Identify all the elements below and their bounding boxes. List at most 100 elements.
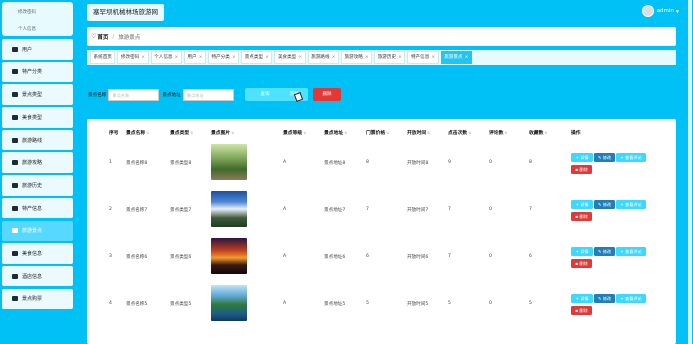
sidebar-item-0[interactable]: 用户 bbox=[2, 39, 73, 60]
name-search-input[interactable]: 景点名称 bbox=[108, 88, 160, 101]
tab-tag-2[interactable]: 个人信息 × bbox=[150, 51, 182, 64]
sidebar-item-3[interactable]: 美食类型 bbox=[2, 107, 73, 128]
cell-level: A bbox=[283, 160, 287, 165]
sidebar-item-label: 景点购票 bbox=[22, 296, 43, 303]
sidebar-item-7[interactable]: 特产信息 bbox=[2, 197, 73, 219]
tab-tag-8[interactable]: 旅游攻略 × bbox=[340, 51, 373, 64]
scenic-image[interactable] bbox=[211, 238, 247, 274]
tab-tag-3[interactable]: 用户 × bbox=[183, 51, 206, 64]
row-delete-button[interactable]: ▪ 删除 bbox=[571, 306, 592, 315]
scenic-image[interactable] bbox=[211, 191, 247, 227]
sidebar-item-6[interactable]: 旅游历史 bbox=[2, 175, 73, 196]
close-icon[interactable]: × bbox=[365, 55, 369, 60]
column-header-10[interactable]: 收藏数⇅ bbox=[529, 129, 547, 136]
sort-icon[interactable]: ⇅ bbox=[386, 131, 389, 135]
view-comments-button[interactable]: + 查看评论 bbox=[616, 153, 646, 162]
sidebar-item-2[interactable]: 景点类型 bbox=[2, 84, 73, 105]
avatar[interactable] bbox=[641, 5, 654, 17]
column-header-4[interactable]: 景点等级⇅ bbox=[283, 129, 306, 136]
tab-tag-5[interactable]: 景点类型 × bbox=[241, 51, 273, 64]
close-icon[interactable]: × bbox=[332, 55, 336, 60]
column-header-2[interactable]: 景点类型⇅ bbox=[170, 129, 193, 136]
sort-icon[interactable]: ⇅ bbox=[427, 131, 430, 135]
cell-price: 7 bbox=[366, 207, 369, 212]
username[interactable]: admin bbox=[657, 8, 674, 14]
column-header-9[interactable]: 评论数⇅ bbox=[489, 129, 507, 136]
column-header-label: 开放时间 bbox=[407, 131, 427, 136]
close-icon[interactable]: × bbox=[298, 55, 302, 60]
sidebar-top-panel: 修改密码 个人信息 bbox=[2, 2, 73, 36]
close-icon[interactable]: × bbox=[265, 55, 269, 60]
sidebar-item-1[interactable]: 特产分类 bbox=[2, 61, 73, 83]
sidebar-link-profile[interactable]: 个人信息 bbox=[18, 26, 36, 32]
close-icon[interactable]: × bbox=[175, 55, 179, 60]
delete-button[interactable]: 删除 bbox=[313, 88, 341, 101]
detail-button[interactable]: + 详情 bbox=[571, 294, 593, 303]
sort-icon[interactable]: ⇅ bbox=[544, 131, 547, 135]
close-icon[interactable]: × bbox=[398, 55, 402, 60]
column-header-7[interactable]: 开放时间⇅ bbox=[407, 129, 430, 136]
sort-icon[interactable]: ⇅ bbox=[468, 131, 471, 135]
scenic-image[interactable] bbox=[211, 285, 247, 321]
view-comments-button[interactable]: + 查看评论 bbox=[616, 200, 646, 209]
sort-icon[interactable]: ⇅ bbox=[231, 131, 234, 135]
edit-button[interactable]: ✎ 修改 bbox=[594, 247, 615, 256]
edit-button[interactable]: ✎ 修改 bbox=[594, 200, 615, 209]
close-icon[interactable]: × bbox=[431, 55, 435, 60]
row-delete-button[interactable]: ▪ 删除 bbox=[571, 212, 592, 221]
sort-icon[interactable]: ⇅ bbox=[303, 131, 306, 135]
tab-tag-9[interactable]: 旅游历史 × bbox=[374, 51, 406, 64]
detail-button[interactable]: + 详情 bbox=[571, 200, 593, 209]
column-header-1[interactable]: 景点名称⇅ bbox=[126, 129, 149, 136]
breadcrumb-home[interactable]: 首页 bbox=[97, 33, 108, 41]
sidebar-item-11[interactable]: 景点购票 bbox=[2, 288, 73, 310]
sort-icon[interactable]: ⇅ bbox=[344, 131, 347, 135]
edit-button[interactable]: ✎ 修改 bbox=[594, 294, 615, 303]
tab-tag-7[interactable]: 旅游路线 × bbox=[307, 51, 339, 64]
sidebar-item-4[interactable]: 旅游路线 bbox=[2, 129, 73, 151]
sort-icon[interactable]: ⇅ bbox=[190, 131, 193, 135]
tab-tag-10[interactable]: 特产信息 × bbox=[407, 51, 439, 64]
view-comments-button[interactable]: + 查看评论 bbox=[616, 294, 646, 303]
sidebar-item-8[interactable]: 旅游景点 bbox=[2, 220, 73, 241]
tab-tag-1[interactable]: 修改密码 × bbox=[117, 51, 149, 64]
column-header-label: 序号 bbox=[109, 131, 119, 136]
tab-tag-0[interactable]: 系统首页 bbox=[90, 51, 116, 64]
address-search-input[interactable]: 景点地址 bbox=[182, 88, 234, 101]
page-scrollbar[interactable] bbox=[688, 0, 692, 344]
edit-button[interactable]: ✎ 修改 bbox=[594, 153, 615, 162]
detail-button[interactable]: + 详情 bbox=[571, 153, 593, 162]
column-header-8[interactable]: 点击次数⇅ bbox=[448, 129, 471, 136]
column-header-6[interactable]: 门票价格⇅ bbox=[366, 129, 389, 136]
cell-address: 景点地址8 bbox=[324, 161, 346, 166]
sidebar-item-9[interactable]: 美食信息 bbox=[2, 243, 73, 264]
scenic-image[interactable] bbox=[211, 144, 247, 180]
cell-clicks: 5 bbox=[448, 301, 451, 306]
close-icon[interactable]: × bbox=[232, 55, 236, 60]
tab-tag-11[interactable]: 旅游景点 × bbox=[440, 51, 472, 64]
sidebar-item-5[interactable]: 旅游攻略 bbox=[2, 152, 73, 173]
close-icon[interactable]: × bbox=[199, 55, 203, 60]
row-delete-button[interactable]: ▪ 删除 bbox=[571, 259, 592, 268]
close-icon[interactable]: × bbox=[141, 55, 145, 60]
tab-tag-6[interactable]: 美食类型 × bbox=[274, 51, 306, 64]
chevron-down-icon[interactable]: ▼ bbox=[676, 9, 679, 14]
detail-button[interactable]: + 详情 bbox=[571, 247, 593, 256]
sort-icon[interactable]: ⇅ bbox=[504, 131, 507, 135]
column-header-3[interactable]: 景点图片⇅ bbox=[211, 129, 234, 136]
search-button[interactable]: 查询 bbox=[245, 88, 285, 101]
sort-icon[interactable]: ⇅ bbox=[146, 131, 149, 135]
user-menu[interactable]: admin ▼ bbox=[641, 5, 679, 17]
sidebar-link-change-password[interactable]: 修改密码 bbox=[18, 9, 36, 15]
sidebar-item-10[interactable]: 酒店信息 bbox=[2, 265, 73, 287]
cell-index: 2 bbox=[109, 207, 112, 212]
row-delete-button[interactable]: ▪ 删除 bbox=[571, 165, 592, 174]
cell-clicks: 7 bbox=[448, 254, 451, 259]
close-icon[interactable]: × bbox=[465, 55, 469, 60]
column-header-5[interactable]: 景点地址⇅ bbox=[324, 129, 347, 136]
cell-type: 景点类型6 bbox=[170, 255, 192, 260]
tab-tag-4[interactable]: 特产分类 × bbox=[207, 51, 240, 64]
cell-price: 8 bbox=[366, 160, 369, 165]
view-comments-button[interactable]: + 查看评论 bbox=[616, 247, 646, 256]
book-icon bbox=[12, 160, 18, 166]
